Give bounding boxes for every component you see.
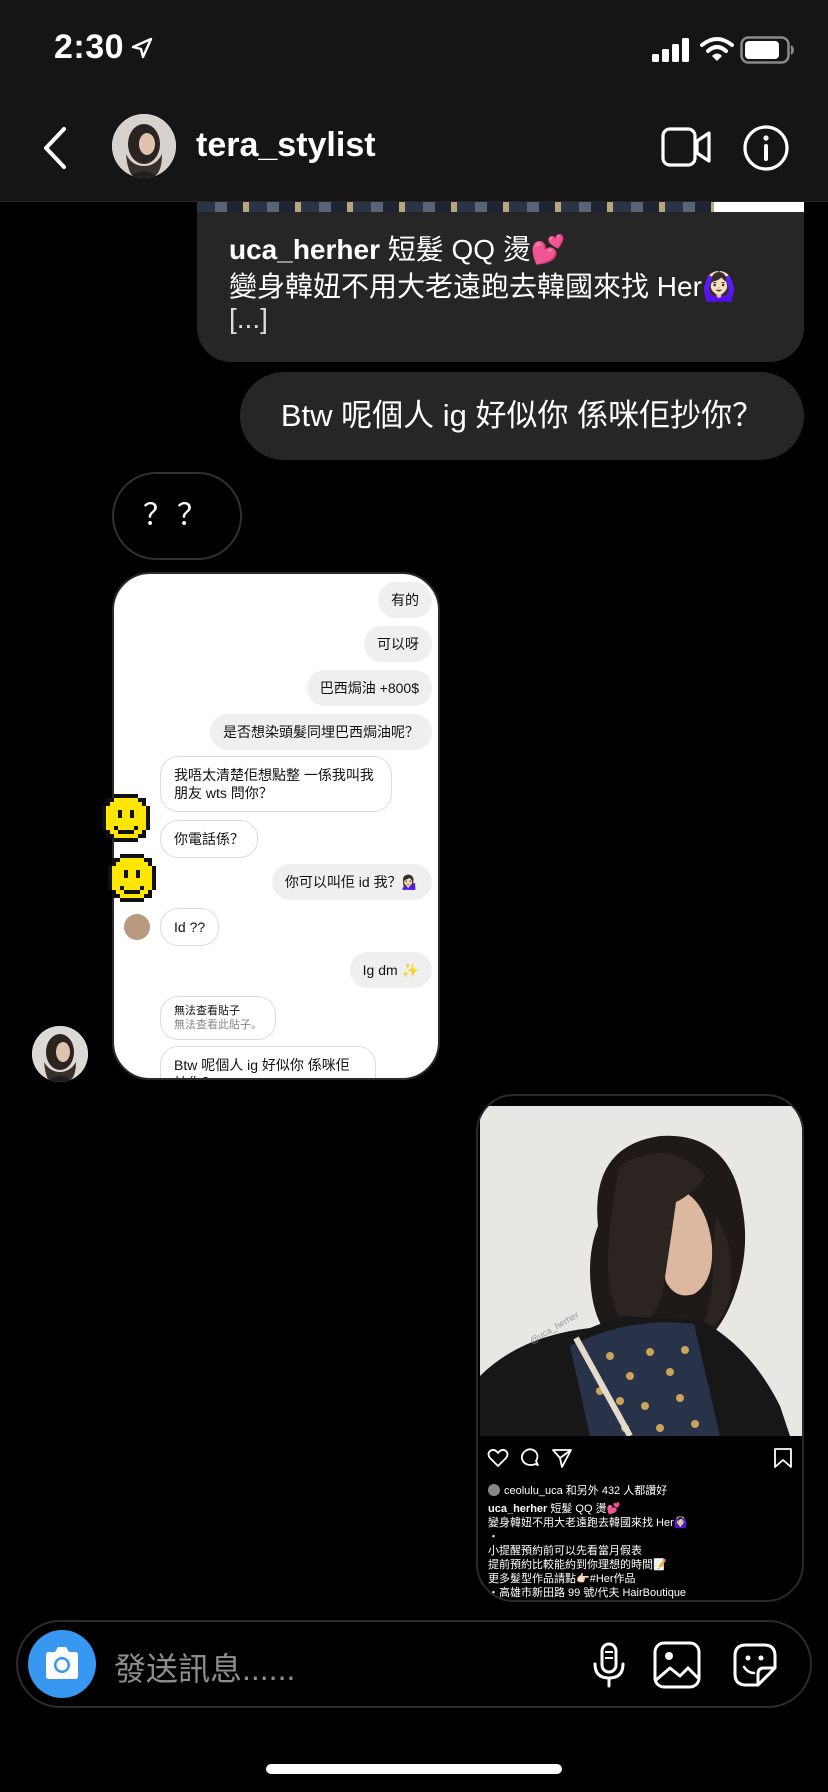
battery-icon: [740, 36, 794, 64]
cellular-signal-icon: [652, 38, 689, 62]
bookmark-icon[interactable]: [772, 1446, 794, 1470]
post-caption-username: uca_herher: [488, 1503, 548, 1515]
contact-username[interactable]: tera_stylist: [196, 126, 376, 165]
screenshot-avatar: [124, 914, 150, 940]
shared-caption-more: [...]: [229, 303, 268, 334]
outgoing-message[interactable]: Btw 呢個人 ig 好似你 係咪佢抄你？: [240, 372, 804, 460]
screenshot-bubble: 我唔太清楚佢想點整 一係我叫我朋友 wts 問你？: [160, 756, 392, 812]
info-icon[interactable]: [742, 124, 790, 172]
message-input[interactable]: 發送訊息......: [114, 1644, 295, 1690]
post-caption-line: 提前預約比較能約到你理想的時間📝: [488, 1559, 667, 1571]
screenshot-bubble: Ig dm ✨: [349, 952, 432, 988]
chat-header: tera_stylist: [0, 100, 828, 202]
status-bar: 2:30: [0, 0, 828, 100]
shared-caption-username: uca_herher: [229, 234, 380, 265]
camera-button[interactable]: [28, 1630, 96, 1698]
screenshot-unavailable-title: 無法查看貼子: [174, 1005, 240, 1017]
back-chevron-icon[interactable]: [38, 125, 72, 171]
shared-post-card[interactable]: @uca_herher ceolulu_uca 和另外 432 人都讚好 uca…: [476, 1094, 804, 1602]
post-caption: uca_herher 短髮 QQ 燙💕 變身韓妞不用大老遠跑去韓國來找 Her🙆…: [488, 1502, 796, 1600]
shared-caption-text: 短髮 QQ 燙💕: [379, 234, 566, 265]
incoming-message[interactable]: ？？: [112, 472, 242, 560]
camera-icon: [46, 1647, 78, 1679]
screenshot-bubble: Id ??: [160, 908, 220, 946]
smiley-sticker-icon: [102, 794, 150, 842]
shared-post-caption-bubble[interactable]: uca_herher 短髮 QQ 燙💕 變身韓妞不用大老遠跑去韓國來找 Her🙆…: [197, 202, 804, 362]
screenshot-bubble: 巴西焗油 +800$: [306, 670, 432, 706]
post-caption-line: ・: [488, 1531, 499, 1543]
message-composer[interactable]: 發送訊息......: [16, 1620, 812, 1708]
screenshot-unavailable-sub: 無法查看此貼子。: [174, 1019, 262, 1031]
video-call-icon[interactable]: [660, 124, 712, 170]
post-caption-line: 短髮 QQ 燙💕: [547, 1503, 621, 1515]
status-time: 2:30: [54, 28, 125, 66]
heart-icon[interactable]: [486, 1446, 510, 1470]
screenshot-bubble: 可以呀: [364, 626, 432, 662]
sticker-icon[interactable]: [730, 1640, 780, 1690]
post-caption-line: 小提醒預約前可以先看當月假表: [488, 1545, 642, 1557]
screenshot-image-message[interactable]: 有的 可以呀 巴西焗油 +800$ 是否想染頭髮同埋巴西焗油呢？ 我唔太清楚佢想…: [112, 572, 440, 1080]
screenshot-bubble: Btw 呢個人 ig 好似你 係咪佢抄你？: [160, 1046, 376, 1078]
screenshot-unavailable-post: 無法查看貼子 無法查看此貼子。: [160, 996, 276, 1040]
screenshot-bubble: 你電話係？: [160, 820, 258, 858]
post-photo[interactable]: @uca_herher: [480, 1106, 802, 1436]
post-caption-line: 更多髮型作品請點👉🏻#Her作品: [488, 1573, 636, 1585]
gallery-icon[interactable]: [652, 1640, 702, 1690]
shared-caption-line: 變身韓妞不用大老遠跑去韓國來找 Her🙆🏻‍♀️: [229, 271, 737, 302]
smiley-sticker-icon: [108, 854, 156, 902]
screenshot-bubble: 你可以叫佢 id 我？💁🏻‍♀️: [271, 864, 432, 900]
home-indicator[interactable]: [266, 1764, 562, 1774]
shared-caption-title: uca_herher 短髮 QQ 燙💕: [229, 232, 566, 268]
shared-post-image: [197, 202, 804, 212]
contact-avatar[interactable]: [112, 114, 176, 178]
screenshot-bubble: 是否想染頭髮同埋巴西焗油呢？: [210, 714, 432, 750]
wifi-icon: [700, 37, 734, 61]
post-caption-line: ・高雄市新田路 99 號/代夫 HairBoutique: [488, 1587, 687, 1599]
location-arrow-icon: [131, 37, 153, 59]
screenshot-bubble: 有的: [378, 582, 432, 618]
microphone-icon[interactable]: [584, 1640, 634, 1690]
post-likes-text: ceolulu_uca 和另外 432 人都讚好: [504, 1485, 668, 1497]
post-likes: ceolulu_uca 和另外 432 人都讚好: [488, 1484, 667, 1498]
post-actions: [478, 1446, 802, 1472]
comment-icon[interactable]: [518, 1446, 542, 1470]
share-icon[interactable]: [550, 1446, 574, 1470]
message-thread[interactable]: uca_herher 短髮 QQ 燙💕 變身韓妞不用大老遠跑去韓國來找 Her🙆…: [0, 202, 828, 1612]
sender-avatar[interactable]: [32, 1026, 88, 1082]
liker-avatar: [488, 1484, 500, 1496]
post-caption-line: 變身韓妞不用大老遠跑去韓國來找 Her🙆🏻‍♀️: [488, 1517, 688, 1529]
